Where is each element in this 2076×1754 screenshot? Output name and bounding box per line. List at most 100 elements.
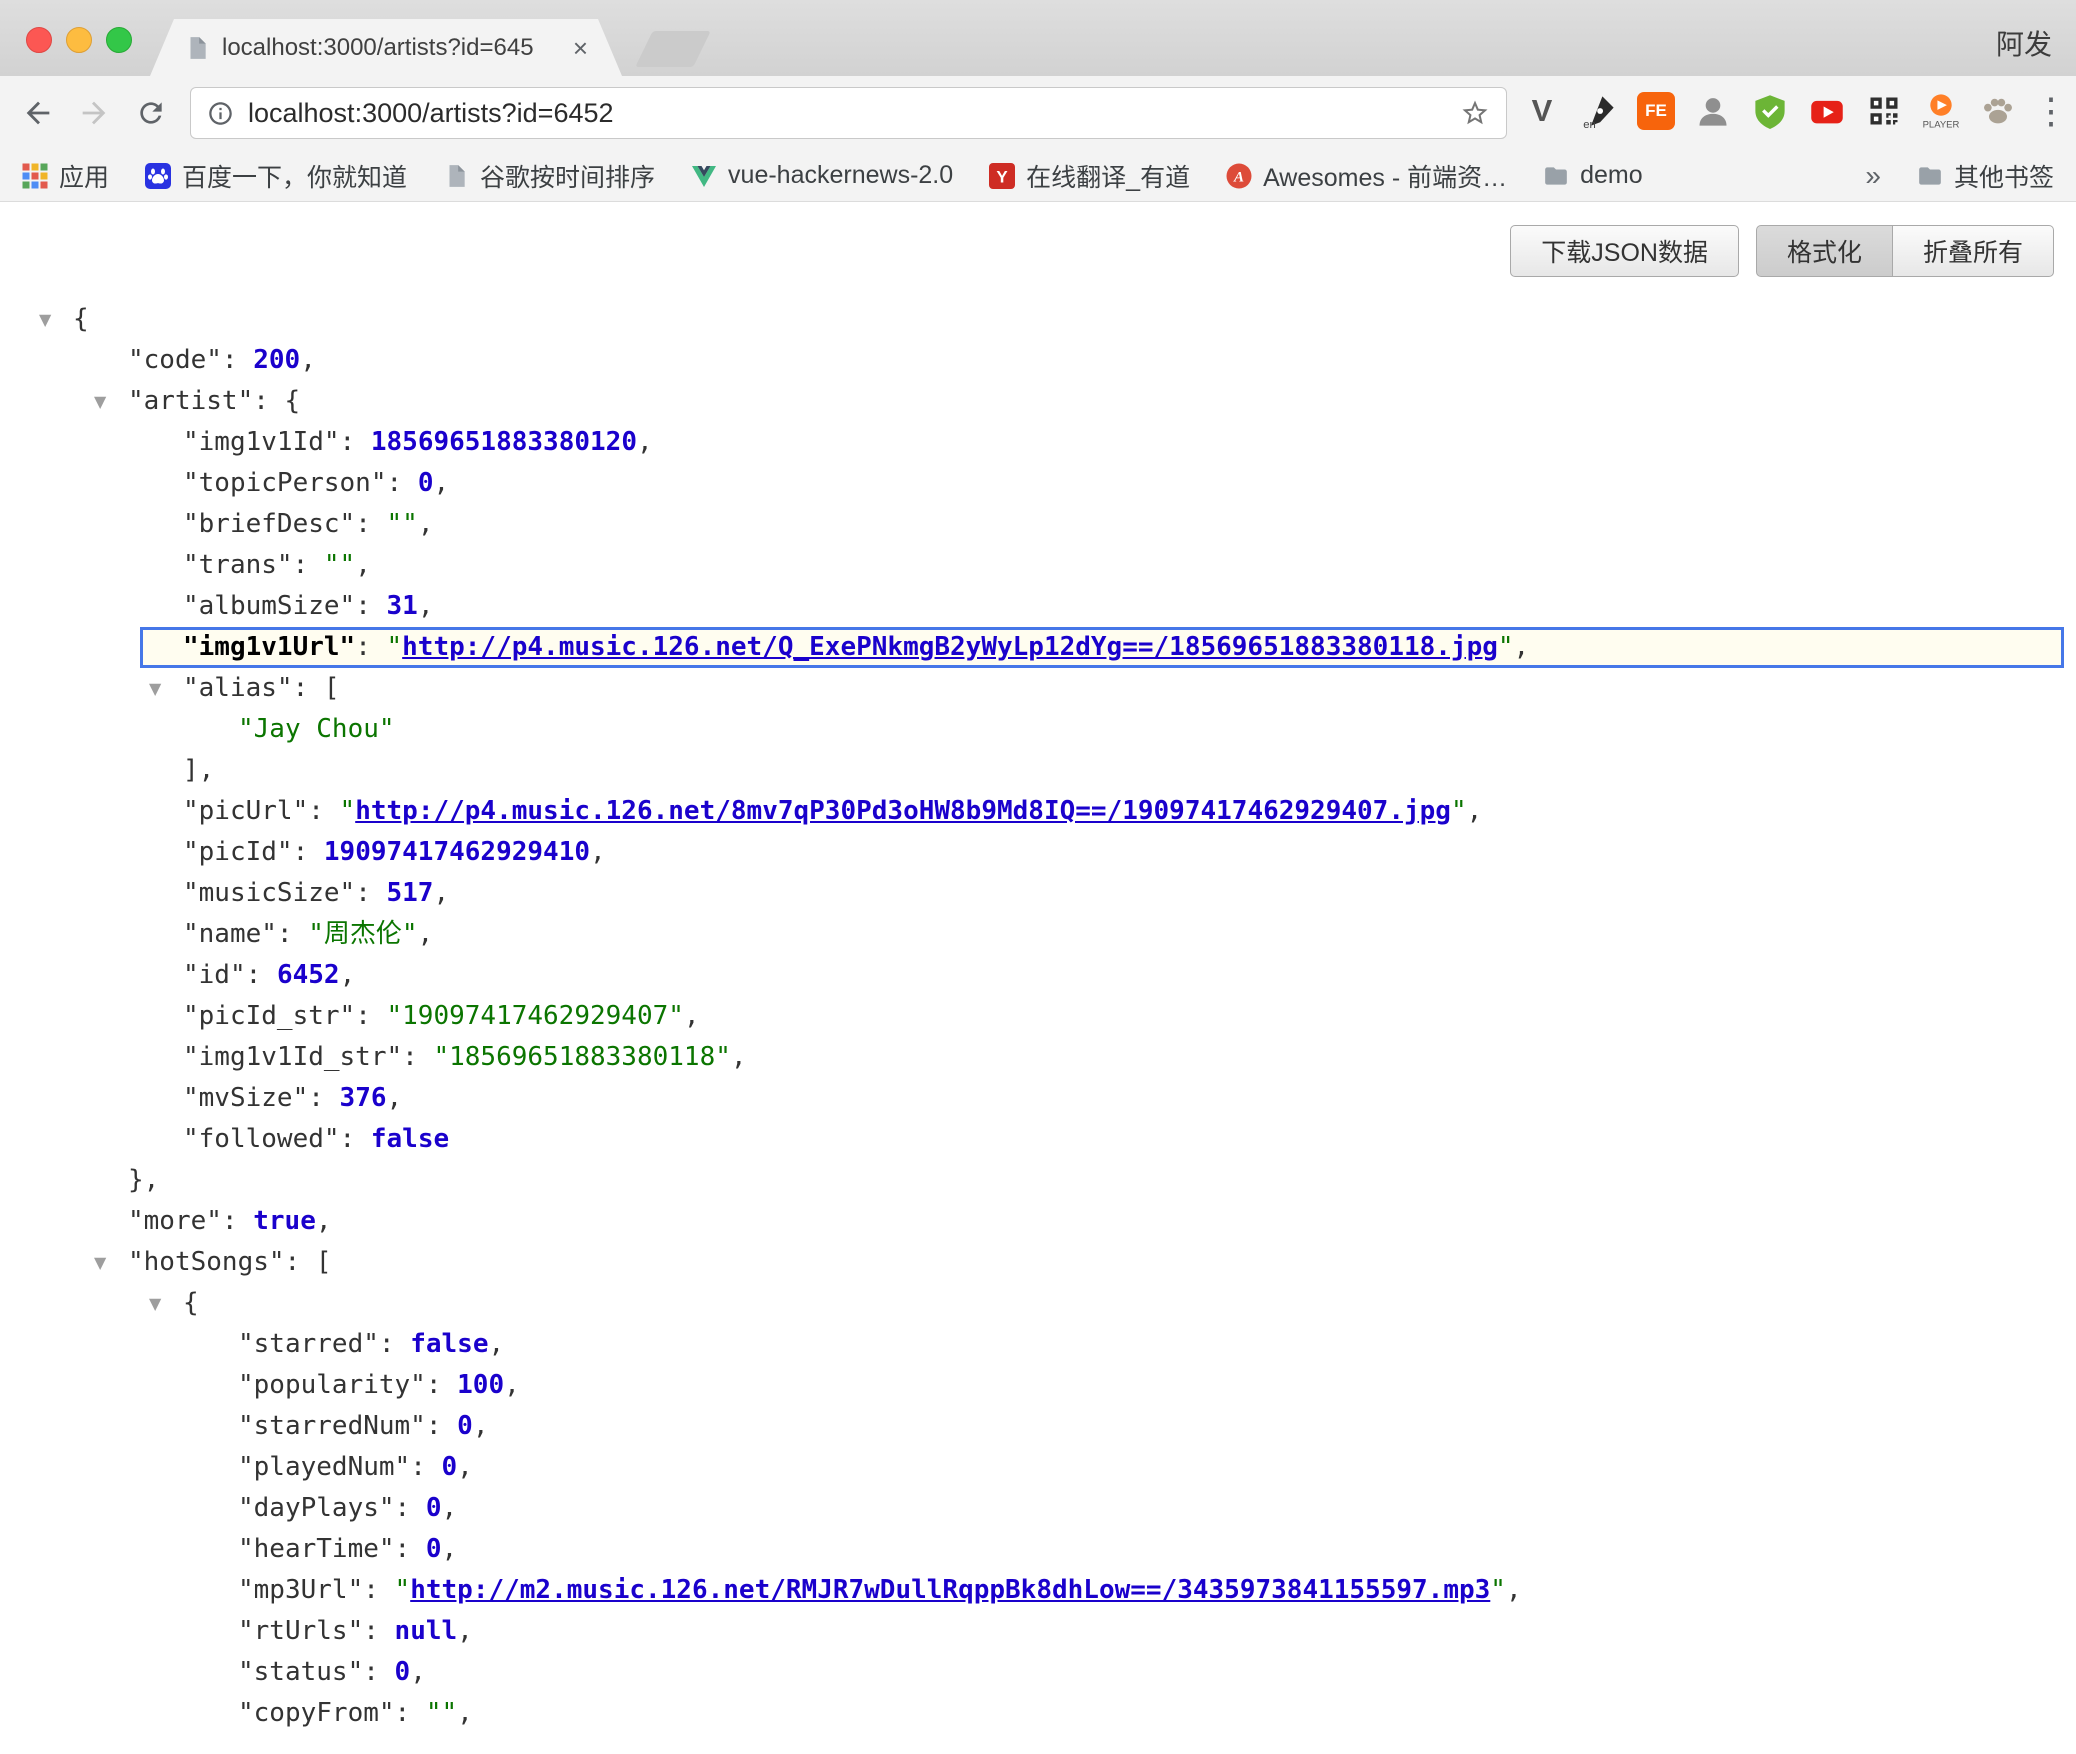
person-extension-icon[interactable] xyxy=(1691,89,1735,133)
json-key: "picId_str" xyxy=(183,1001,355,1031)
json-key: "starredNum" xyxy=(238,1411,426,1441)
vimium-extension-icon[interactable]: V xyxy=(1520,89,1564,133)
json-comma: , xyxy=(418,591,434,621)
back-button[interactable] xyxy=(14,89,62,137)
json-comma: , xyxy=(457,1616,473,1646)
json-line: "followed": false xyxy=(0,1119,2076,1160)
json-key: "briefDesc" xyxy=(183,509,355,539)
youtube-extension-icon[interactable] xyxy=(1805,89,1849,133)
json-line: "id": 6452, xyxy=(0,955,2076,996)
collapse-caret[interactable]: ▼ xyxy=(94,1242,106,1283)
json-line: "dayPlays": 0, xyxy=(0,1488,2076,1529)
page-content: 下载JSON数据 格式化 折叠所有 ▼{"code": 200,▼"artist… xyxy=(0,203,2076,1754)
json-key: "picUrl" xyxy=(183,796,308,826)
json-colon: : xyxy=(363,1657,394,1687)
json-key: "img1v1Url" xyxy=(183,632,355,662)
bookmarks-overflow-chevron[interactable]: » xyxy=(1865,160,1881,192)
tab-favicon-document-icon xyxy=(184,35,210,61)
forward-button[interactable] xyxy=(70,89,118,137)
json-link[interactable]: http://p4.music.126.net/8mv7qP30Pd3oHW8b… xyxy=(355,796,1451,826)
json-line: "picId_str": "19097417462929407", xyxy=(0,996,2076,1037)
json-colon: : xyxy=(402,1042,433,1072)
chrome-menu-icon[interactable]: ⋮ xyxy=(2033,90,2067,132)
reload-button[interactable] xyxy=(127,89,175,137)
json-value: "" xyxy=(387,509,418,539)
folder-icon xyxy=(1543,163,1569,189)
json-key: "playedNum" xyxy=(238,1452,410,1482)
svg-text:en: en xyxy=(1583,119,1596,129)
json-value: "Jay Chou" xyxy=(238,714,395,744)
json-line: "status": 0, xyxy=(0,1652,2076,1693)
bookmark-item-baidu[interactable]: 百度一下，你就知道 xyxy=(145,158,407,194)
collapse-caret[interactable]: ▼ xyxy=(39,299,51,340)
collapse-caret[interactable]: ▼ xyxy=(149,668,161,709)
json-quote: " xyxy=(395,1575,411,1605)
tab-strip: localhost:3000/artists?id=645 × 阿发 xyxy=(0,0,2076,76)
fehelper-extension-icon[interactable]: FE xyxy=(1634,89,1678,133)
tab-close-icon[interactable]: × xyxy=(573,35,588,61)
json-key: "followed" xyxy=(183,1124,340,1154)
bookmark-label: 百度一下，你就知道 xyxy=(182,158,407,194)
bookmark-label: demo xyxy=(1580,161,1643,190)
json-line: ▼"hotSongs": [ xyxy=(0,1242,2076,1283)
fullscreen-window-button[interactable] xyxy=(106,27,132,53)
minimize-window-button[interactable] xyxy=(66,27,92,53)
json-value: 0 xyxy=(395,1657,411,1687)
browser-tab[interactable]: localhost:3000/artists?id=645 × xyxy=(150,19,622,76)
shield-extension-icon[interactable] xyxy=(1748,89,1792,133)
json-colon: : xyxy=(277,919,308,949)
json-key: "id" xyxy=(183,960,246,990)
json-value: 100 xyxy=(457,1370,504,1400)
address-bar[interactable]: localhost:3000/artists?id=6452 xyxy=(190,87,1507,139)
json-key: "code" xyxy=(128,345,222,375)
bookmark-item-awesomes[interactable]: A Awesomes - 前端资… xyxy=(1226,158,1507,194)
bookmark-item-google-sort[interactable]: 谷歌按时间排序 xyxy=(443,158,655,194)
json-line: "starredNum": 0, xyxy=(0,1406,2076,1447)
apps-grid-icon xyxy=(22,163,48,189)
profile-name[interactable]: 阿发 xyxy=(1996,23,2052,63)
close-window-button[interactable] xyxy=(26,27,52,53)
site-info-icon[interactable] xyxy=(207,100,234,127)
paw-extension-icon[interactable] xyxy=(1976,89,2020,133)
json-bracket: { xyxy=(285,386,301,416)
json-line: ▼"alias": [ xyxy=(0,668,2076,709)
bookmark-item-youdao-translate[interactable]: Y 在线翻译_有道 xyxy=(989,158,1190,194)
download-json-button[interactable]: 下载JSON数据 xyxy=(1510,225,1739,277)
json-colon: : xyxy=(253,386,284,416)
json-colon: : xyxy=(355,632,386,662)
json-quote: " xyxy=(340,796,356,826)
json-colon: : xyxy=(222,1206,253,1236)
json-line: "code": 200, xyxy=(0,340,2076,381)
json-colon: : xyxy=(246,960,277,990)
json-value: 31 xyxy=(387,591,418,621)
json-link[interactable]: http://p4.music.126.net/Q_ExePNkmgB2yWyL… xyxy=(402,632,1498,662)
other-bookmarks[interactable]: 其他书签 xyxy=(1917,158,2054,194)
json-comma: , xyxy=(340,960,356,990)
collapse-caret[interactable]: ▼ xyxy=(94,381,106,422)
json-colon: : xyxy=(363,1616,394,1646)
json-colon: : xyxy=(308,796,339,826)
translate-pen-extension-icon[interactable]: en xyxy=(1577,89,1621,133)
bookmark-item-vue-hackernews[interactable]: vue-hackernews-2.0 xyxy=(691,161,953,190)
collapse-all-button[interactable]: 折叠所有 xyxy=(1893,225,2054,277)
json-colon: : xyxy=(355,1001,386,1031)
new-tab-button[interactable] xyxy=(635,31,711,67)
json-line: "hearTime": 0, xyxy=(0,1529,2076,1570)
json-line: "rtUrls": null, xyxy=(0,1611,2076,1652)
json-key: "popularity" xyxy=(238,1370,426,1400)
bookmark-item-demo[interactable]: demo xyxy=(1543,161,1643,190)
json-link[interactable]: http://m2.music.126.net/RMJR7wDullRqppBk… xyxy=(410,1575,1490,1605)
player-extension-icon[interactable]: PLAYER xyxy=(1919,89,1963,133)
format-button[interactable]: 格式化 xyxy=(1756,225,1893,277)
json-comma: , xyxy=(316,1206,332,1236)
collapse-caret[interactable]: ▼ xyxy=(149,1283,161,1324)
qrcode-extension-icon[interactable] xyxy=(1862,89,1906,133)
bookmark-star-icon[interactable] xyxy=(1460,98,1490,128)
json-key: "musicSize" xyxy=(183,878,355,908)
bookmark-item-apps[interactable]: 应用 xyxy=(22,158,109,194)
json-value: 19097417462929410 xyxy=(324,837,590,867)
json-line: }, xyxy=(0,1160,2076,1201)
tab-title: localhost:3000/artists?id=645 xyxy=(222,34,561,62)
json-line: ▼{ xyxy=(0,1283,2076,1324)
json-line: "picId": 19097417462929410, xyxy=(0,832,2076,873)
